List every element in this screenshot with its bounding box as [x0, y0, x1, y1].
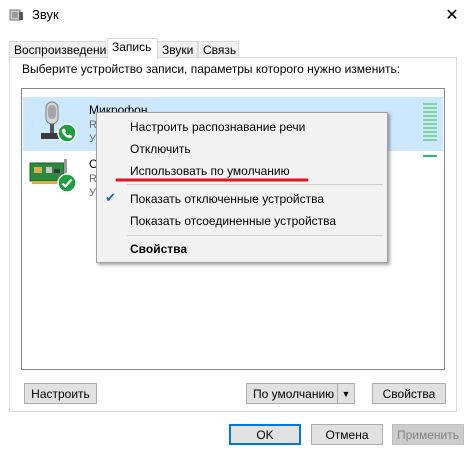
- tab-recording[interactable]: Запись: [107, 38, 158, 59]
- menu-item-disable[interactable]: Отключить: [130, 142, 191, 156]
- menu-item-show-disconnected[interactable]: Показать отсоединенные устройства: [130, 214, 336, 228]
- ok-button[interactable]: OK: [229, 424, 301, 445]
- device-status: У: [89, 187, 96, 199]
- close-icon: ✕: [445, 7, 459, 24]
- title-bar: Звук ✕: [0, 0, 471, 30]
- check-badge-icon: [57, 173, 77, 193]
- device-status: У: [89, 133, 96, 145]
- set-default-label: По умолчанию: [253, 386, 335, 401]
- cancel-button[interactable]: Отмена: [311, 424, 383, 445]
- checkmark-icon: ✔: [105, 190, 116, 205]
- dropdown-arrow-icon[interactable]: ▼: [337, 384, 354, 403]
- menu-item-properties[interactable]: Свойства: [130, 242, 187, 256]
- tab-bar: Воспроизведение Запись Звуки Связь: [0, 38, 471, 59]
- sound-app-icon: [9, 9, 23, 21]
- level-meter: [423, 155, 437, 159]
- instruction-text: Выберите устройство записи, параметры ко…: [22, 62, 401, 76]
- context-menu: Настроить распознавание речи Отключить И…: [96, 112, 388, 263]
- menu-item-show-disabled[interactable]: Показать отключенные устройства: [130, 192, 324, 206]
- window-title: Звук: [32, 7, 59, 22]
- close-button[interactable]: ✕: [440, 4, 464, 26]
- phone-badge-icon: [57, 123, 77, 143]
- red-underline-annotation: [115, 178, 309, 182]
- tab-sounds[interactable]: Звуки: [157, 41, 198, 58]
- level-meter: [423, 103, 437, 143]
- tab-communications[interactable]: Связь: [198, 41, 239, 58]
- menu-item-configure-speech[interactable]: Настроить распознавание речи: [130, 120, 305, 134]
- tab-playback[interactable]: Воспроизведение: [9, 41, 113, 58]
- menu-separator: [127, 235, 383, 236]
- set-default-button[interactable]: По умолчанию ▼: [246, 383, 355, 404]
- menu-separator: [127, 184, 383, 185]
- properties-button[interactable]: Свойства: [372, 383, 446, 404]
- apply-button[interactable]: Применить: [392, 424, 464, 445]
- menu-item-set-default[interactable]: Использовать по умолчанию: [130, 164, 290, 178]
- configure-button[interactable]: Настроить: [24, 383, 97, 404]
